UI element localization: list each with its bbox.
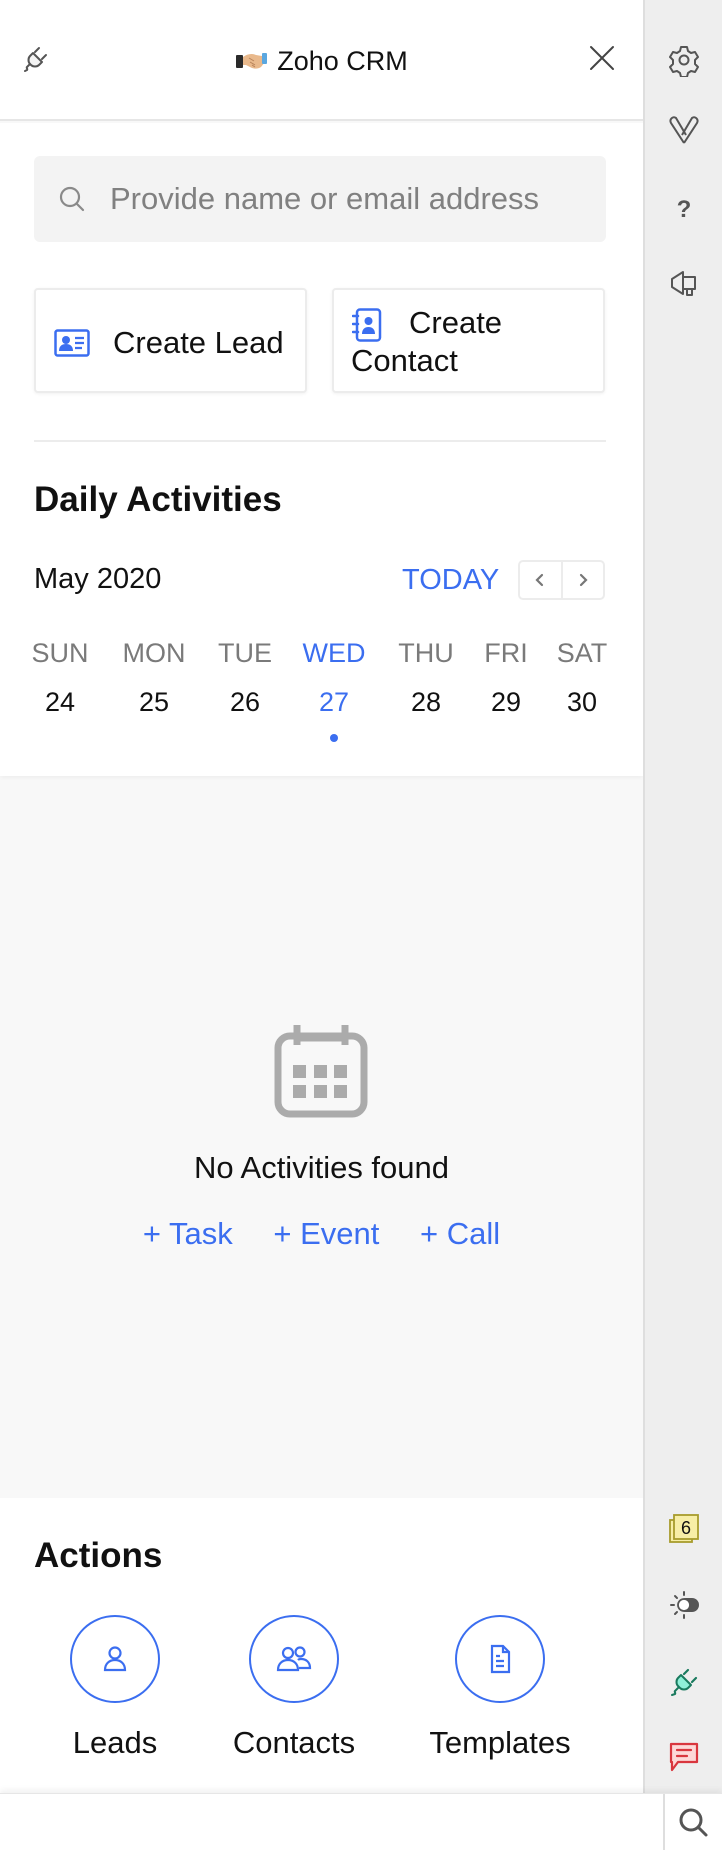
day-mon[interactable]: MON 25 bbox=[114, 635, 194, 720]
day-thu[interactable]: THU 28 bbox=[386, 635, 466, 720]
action-templates[interactable]: Templates bbox=[410, 1615, 590, 1761]
create-lead-button[interactable]: Create Lead bbox=[34, 288, 307, 393]
main-panel: Zoho CRM Create Lead bbox=[0, 0, 643, 1793]
day-date: 27 bbox=[318, 687, 350, 717]
action-circle bbox=[70, 1615, 160, 1703]
create-contact-button[interactable]: Create Contact bbox=[332, 288, 605, 393]
month-label: May 2020 bbox=[34, 563, 162, 595]
add-event-link[interactable]: + Event bbox=[273, 1216, 379, 1252]
actions-title: Actions bbox=[34, 1536, 163, 1575]
action-circle bbox=[249, 1615, 339, 1703]
day-name: WED bbox=[302, 638, 366, 668]
app-title-text: Zoho CRM bbox=[277, 46, 408, 76]
day-name: FRI bbox=[484, 638, 528, 668]
next-week-button[interactable] bbox=[560, 562, 604, 598]
help-icon[interactable]: ? bbox=[667, 190, 701, 224]
search-input[interactable] bbox=[110, 181, 580, 217]
quick-actions-card: Create Lead Create Contact Daily Activit… bbox=[0, 123, 643, 776]
day-date: 30 bbox=[566, 687, 598, 717]
action-label: Templates bbox=[429, 1725, 571, 1760]
week-strip: SUN 24 MON 25 TUE 26 WED 27 THU 28 FRI 2… bbox=[31, 635, 609, 742]
svg-text:?: ? bbox=[677, 196, 692, 223]
bottom-bar bbox=[0, 1793, 722, 1850]
search-icon bbox=[679, 1808, 707, 1836]
action-label: Leads bbox=[72, 1725, 158, 1760]
day-sat[interactable]: SAT 30 bbox=[542, 635, 622, 720]
add-call-link[interactable]: + Call bbox=[420, 1216, 500, 1252]
day-fri[interactable]: FRI 29 bbox=[466, 635, 546, 720]
paperclip-v-icon[interactable] bbox=[667, 113, 701, 147]
search-box[interactable] bbox=[34, 156, 606, 242]
day-date: 28 bbox=[410, 687, 442, 717]
daily-activities-title: Daily Activities bbox=[34, 480, 282, 519]
close-icon[interactable] bbox=[588, 44, 616, 72]
day-name: MON bbox=[122, 638, 186, 668]
right-sidebar: ? 6 bbox=[643, 0, 722, 1793]
create-lead-label: Create Lead bbox=[113, 325, 284, 360]
create-contact-label: Create Contact bbox=[351, 305, 503, 378]
search-icon bbox=[59, 186, 85, 212]
gear-icon[interactable] bbox=[667, 43, 701, 77]
empty-state-text: No Activities found bbox=[193, 1150, 450, 1185]
handshake-icon bbox=[236, 53, 268, 69]
day-sun[interactable]: SUN 24 bbox=[20, 635, 100, 720]
action-leads[interactable]: Leads bbox=[25, 1615, 205, 1761]
app-title: Zoho CRM bbox=[0, 44, 643, 78]
action-circle bbox=[455, 1615, 545, 1703]
day-name: SAT bbox=[556, 638, 608, 668]
chevron-right-icon bbox=[579, 573, 588, 587]
day-date: 29 bbox=[490, 687, 522, 717]
chevron-left-icon bbox=[535, 573, 544, 587]
day-wed[interactable]: WED 27 bbox=[294, 635, 374, 742]
quick-add-links: + Task + Event + Call bbox=[0, 1216, 643, 1252]
day-name: TUE bbox=[218, 638, 272, 668]
day-date: 25 bbox=[138, 687, 170, 717]
day-date: 26 bbox=[229, 687, 261, 717]
today-button[interactable]: TODAY bbox=[402, 564, 499, 597]
megaphone-icon[interactable] bbox=[667, 266, 701, 300]
day-tue[interactable]: TUE 26 bbox=[205, 635, 285, 720]
notes-count: 6 bbox=[681, 1518, 691, 1538]
notes-icon[interactable]: 6 bbox=[667, 1512, 701, 1546]
day-name: SUN bbox=[31, 638, 89, 668]
document-icon bbox=[490, 1644, 511, 1674]
id-card-icon bbox=[54, 329, 90, 357]
action-label: Contacts bbox=[232, 1725, 356, 1760]
global-search-button[interactable] bbox=[663, 1794, 722, 1850]
week-navigation bbox=[518, 560, 605, 600]
day-date: 24 bbox=[44, 687, 76, 717]
theme-toggle-icon[interactable] bbox=[667, 1588, 701, 1622]
action-contacts[interactable]: Contacts bbox=[204, 1615, 384, 1761]
users-icon bbox=[276, 1646, 312, 1672]
divider bbox=[34, 440, 606, 442]
plug-connected-icon[interactable] bbox=[667, 1665, 701, 1699]
chat-icon[interactable] bbox=[667, 1740, 701, 1774]
selected-day-indicator bbox=[330, 734, 338, 742]
header: Zoho CRM bbox=[0, 0, 643, 121]
actions-section: Actions Leads Contacts Templates bbox=[0, 1498, 643, 1793]
add-task-link[interactable]: + Task bbox=[143, 1216, 233, 1252]
day-name: THU bbox=[398, 638, 454, 668]
prev-week-button[interactable] bbox=[520, 562, 561, 598]
user-icon bbox=[103, 1646, 127, 1672]
calendar-icon bbox=[274, 1025, 368, 1118]
